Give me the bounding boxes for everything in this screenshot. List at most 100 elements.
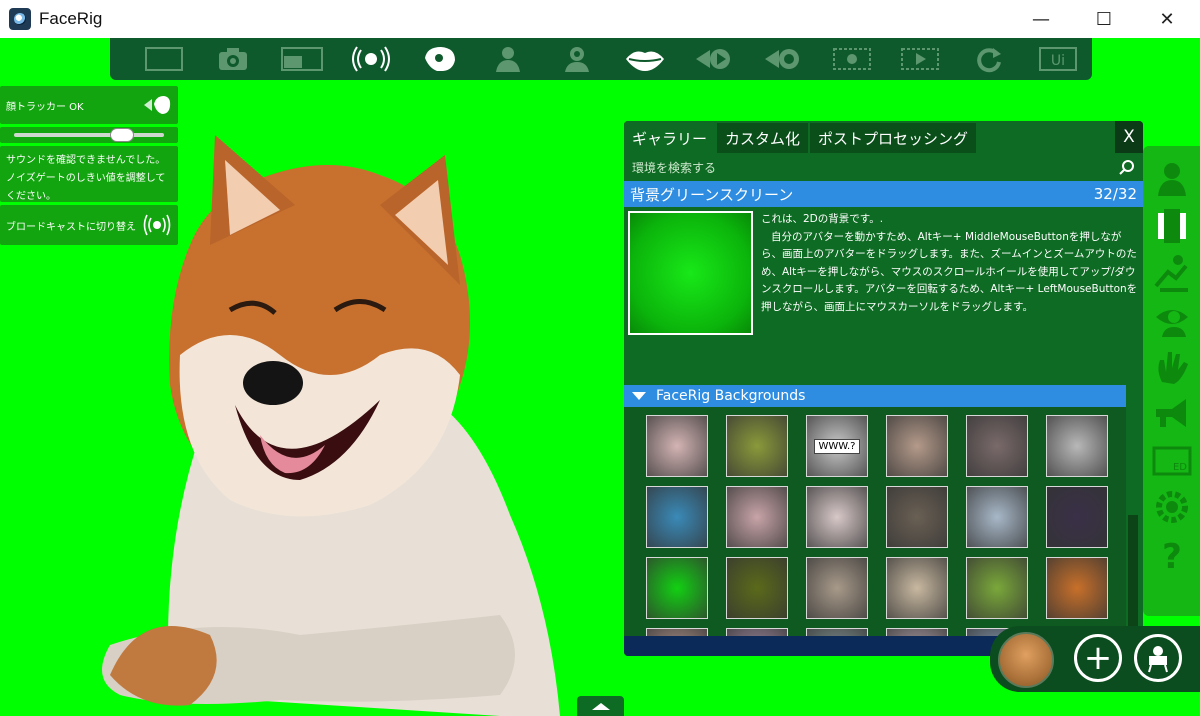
selected-item-bar: 背景グリーンスクリーン 32/32 [624,181,1143,207]
window-title: FaceRig [39,9,103,28]
background-thumbnail[interactable] [806,486,868,548]
background-thumbnail[interactable] [886,415,948,477]
right-sidebar: ED ? [1143,146,1200,616]
selected-item-count: 32/32 [1093,185,1137,203]
film-record-icon [832,48,871,70]
description-text: これは、2Dの背景です。. 自分のアバターを動かすため、Altキー+ Middl… [761,213,1138,313]
close-panel-button[interactable]: X [1115,121,1143,153]
sidebar-ed-button[interactable]: ED [1150,438,1194,482]
maximize-button[interactable]: ☐ [1071,0,1137,38]
background-thumbnail[interactable] [806,557,868,619]
lips-icon [626,51,665,71]
pip-button[interactable] [267,39,336,79]
description-area: これは、2Dの背景です。. 自分のアバターを動かすため、Altキー+ Middl… [624,207,1143,387]
title-bar: FaceRig — ☐ ✕ [0,0,1200,38]
sidebar-motion-button[interactable] [1150,250,1194,294]
background-thumbnail[interactable] [726,486,788,548]
background-thumbnail[interactable] [646,486,708,548]
avatar-button[interactable] [474,39,543,79]
refresh-button[interactable] [955,39,1024,79]
avatar[interactable] [998,632,1054,688]
sidebar-help-button[interactable]: ? [1150,532,1194,576]
head-profile-button[interactable] [405,39,474,79]
scene-camera-icon [1148,646,1168,673]
gallery-scrollbar[interactable] [1128,385,1138,637]
record-button[interactable] [748,39,817,79]
facerig-logo-icon [9,8,31,30]
svg-text:?: ? [1162,537,1182,574]
background-thumbnail[interactable] [646,415,708,477]
sidebar-hand-button[interactable] [1150,344,1194,388]
body-icon [1157,209,1186,243]
background-thumbnail[interactable] [646,557,708,619]
avatar-icon [495,47,520,72]
close-window-button[interactable]: ✕ [1134,0,1200,38]
svg-text:Ui: Ui [1051,53,1065,69]
background-thumbnail[interactable] [1046,557,1108,619]
svg-text:ED: ED [1172,462,1186,473]
background-thumbnail[interactable] [966,415,1028,477]
search-input[interactable]: 環境を検索する [624,153,1143,181]
search-icon[interactable] [1119,159,1135,175]
background-thumbnail[interactable] [1046,486,1108,548]
avatar-settings-button[interactable] [542,39,611,79]
avatar-icon [1157,163,1186,196]
fullscreen-button[interactable] [130,39,199,79]
sidebar-body-button[interactable] [1150,203,1194,247]
record-icon [764,49,799,69]
sidebar-megaphone-button[interactable] [1150,391,1194,435]
background-thumbnail[interactable] [886,486,948,548]
background-thumbnail[interactable]: WWW.? [806,415,868,477]
fullscreen-icon [145,47,184,71]
gallery-panel: ギャラリー カスタム化 ポストプロセッシング X 環境を検索する 背景グリーンス… [624,121,1143,656]
background-thumbnail[interactable] [966,486,1028,548]
add-icon: + [1083,638,1113,678]
ed-panel-icon: ED [1152,446,1191,476]
selected-item-name: 背景グリーンスクリーン [630,185,794,204]
scrollbar-thumb[interactable] [1128,385,1138,515]
section-header[interactable]: FaceRig Backgrounds [624,385,1126,407]
head-profile-icon [425,47,456,71]
collapse-bottom-tab[interactable] [577,696,624,716]
sidebar-eye-button[interactable] [1150,297,1194,341]
broadcast-icon [351,46,390,72]
background-thumbnail[interactable] [966,557,1028,619]
tracker-status: 顔トラッカー OK [0,86,178,124]
hand-wave-icon [1157,352,1188,384]
ui-toggle-icon: Ui [1038,47,1077,71]
tab-post-processing[interactable]: ポストプロセッシング [810,123,977,153]
broadcast-button[interactable] [336,39,405,79]
bottom-right-bar: + [990,626,1200,692]
background-thumbnail[interactable] [1046,415,1108,477]
gallery-tabs: ギャラリー カスタム化 ポストプロセッシング X [624,121,1143,153]
background-thumbnail[interactable] [726,415,788,477]
selected-thumbnail [628,211,753,335]
lipsync-button[interactable] [611,39,680,79]
add-button[interactable]: + [1074,634,1122,682]
scene-camera-button[interactable] [1134,634,1182,682]
tab-gallery[interactable]: ギャラリー [624,123,716,153]
collapse-triangle-icon[interactable] [632,392,646,400]
avatar-gear-icon [564,47,589,72]
tracker-status-label: 顔トラッカー OK [6,101,84,113]
rewind-play-icon [696,49,731,69]
rewind-play-button[interactable] [680,39,749,79]
minimize-button[interactable]: — [1008,0,1074,38]
ui-toggle-button[interactable]: Ui [1023,39,1092,79]
thumbnail-grid: WWW.? [646,415,1108,637]
background-thumbnail[interactable] [726,557,788,619]
head-profile-icon [144,96,171,114]
sidebar-avatar-button[interactable] [1150,156,1194,200]
background-thumbnail[interactable] [886,557,948,619]
film-record-button[interactable] [817,39,886,79]
screenshot-button[interactable] [199,39,268,79]
top-toolbar: Ui [110,38,1092,80]
film-play-button[interactable] [886,39,955,79]
tab-customize[interactable]: カスタム化 [717,123,809,153]
sidebar-settings-button[interactable] [1150,485,1194,529]
picture-in-picture-icon [280,47,323,71]
megaphone-icon [1155,399,1186,427]
refresh-icon [977,48,1001,73]
help-icon: ? [1162,537,1182,574]
thumbnail-label: WWW.? [814,438,860,454]
